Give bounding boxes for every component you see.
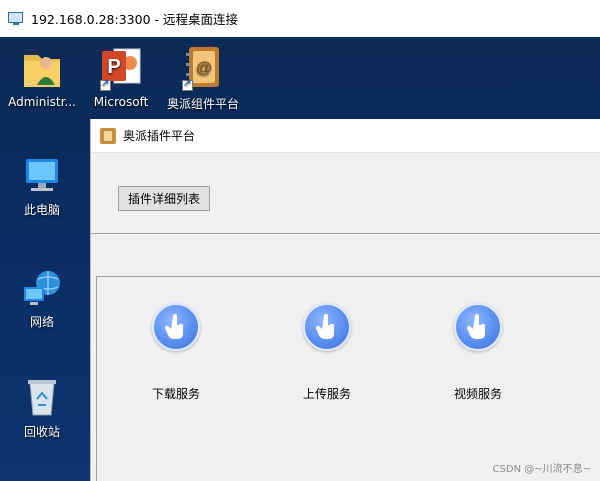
desktop-icon-label: 此电脑 (23, 203, 60, 217)
remote-desktop-icon (8, 11, 25, 26)
hand-pointer-icon (303, 303, 351, 351)
user-folder-icon (24, 55, 60, 87)
desktop-icon-microsoft[interactable]: P Microsoft (81, 43, 161, 109)
service-label: 下载服务 (151, 387, 200, 401)
desktop-icon-administrator[interactable]: Administr... (2, 43, 82, 109)
service-video[interactable]: 视频服务 (433, 303, 523, 402)
hand-pointer-icon (454, 303, 502, 351)
desktop-icon-label: 回收站 (23, 425, 60, 439)
desktop-icon-label: Microsoft (93, 95, 149, 109)
rdp-title-bar[interactable]: 192.168.0.28:3300 - 远程桌面连接 (0, 0, 600, 37)
network-icon (24, 271, 60, 305)
app-logo-icon (100, 127, 116, 144)
service-upload[interactable]: 上传服务 (282, 303, 372, 402)
service-label: 视频服务 (453, 387, 502, 401)
desktop-icon-aopai-platform[interactable]: @ 奥派组件平台 (163, 43, 243, 112)
toolbar-panel: 插件详细列表 (91, 154, 600, 234)
svg-text:P: P (107, 56, 120, 78)
app-window: 奥派插件平台 插件详细列表 下载服务 上传服务 视频服务 CSDN @~川流不息… (90, 119, 600, 481)
recycle-bin-icon (28, 380, 56, 416)
watermark: CSDN @~川流不息~ (492, 464, 591, 475)
desktop-icon-label: 网络 (29, 315, 54, 329)
plugin-detail-list-button[interactable]: 插件详细列表 (118, 186, 211, 211)
svg-text:@: @ (196, 60, 212, 77)
service-label: 上传服务 (302, 387, 351, 401)
desktop-icon-recycle-bin[interactable]: 回收站 (2, 375, 82, 440)
computer-icon (26, 159, 58, 191)
hand-pointer-icon (152, 303, 200, 351)
rdp-title: 192.168.0.28:3300 - 远程桌面连接 (31, 12, 238, 27)
shortcut-arrow-icon (100, 78, 111, 91)
services-panel: 下载服务 上传服务 视频服务 CSDN @~川流不息~ (96, 276, 600, 481)
desktop-icon-network[interactable]: 网络 (2, 269, 82, 330)
app-title-bar[interactable]: 奥派插件平台 (91, 119, 600, 153)
desktop-icon-label: Administr... (8, 95, 76, 109)
shortcut-arrow-icon (182, 78, 193, 91)
desktop-icon-this-pc[interactable]: 此电脑 (2, 157, 82, 218)
app-title: 奥派插件平台 (123, 129, 196, 143)
service-download[interactable]: 下载服务 (131, 303, 221, 402)
desktop-icon-label: 奥派组件平台 (166, 97, 239, 111)
